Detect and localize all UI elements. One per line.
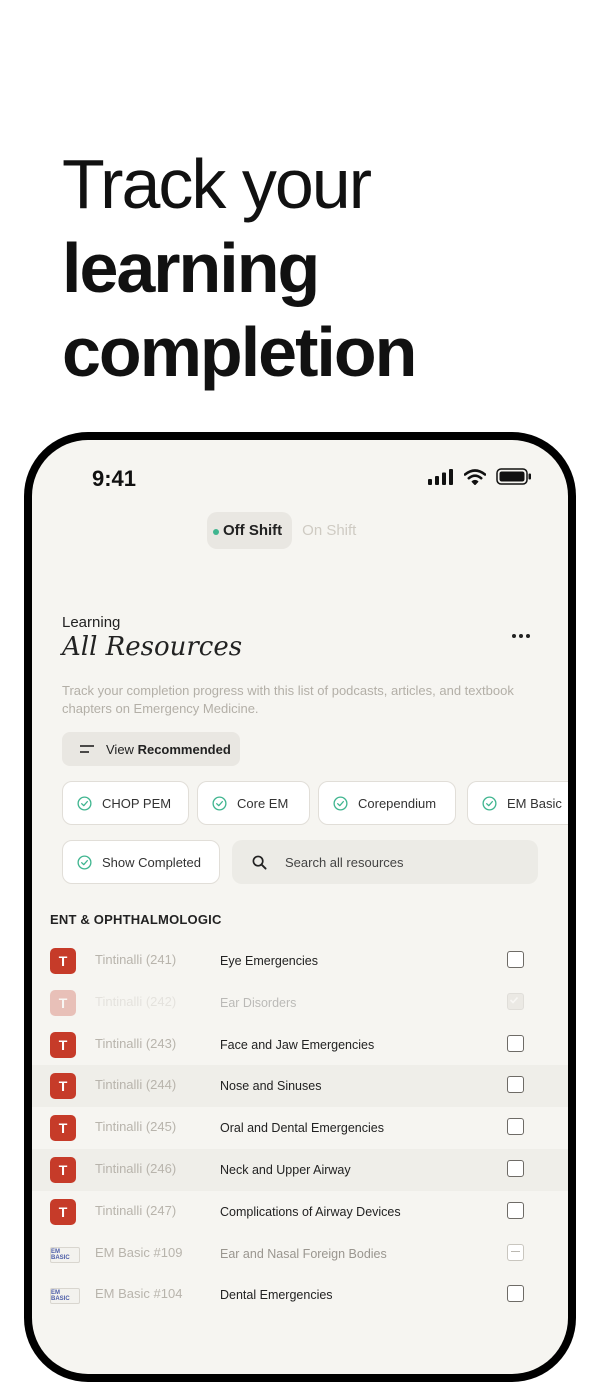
resource-title: Complications of Airway Devices [220,1204,401,1219]
status-time: 9:41 [92,466,137,491]
resource-source: Tintinalli (243) [95,1035,177,1051]
off-shift-label: Off Shift [223,522,283,539]
status-icons [428,468,532,485]
resource-title: Oral and Dental Emergencies [220,1121,384,1136]
headline: Track your learning completion [62,142,417,394]
check-icon [509,996,519,1004]
resource-row[interactable]: EM BASIC EM Basic #104 Dental Emergencie… [32,1274,568,1316]
checkbox-icon[interactable] [507,1159,524,1177]
page-description: Track your completion progress with this… [62,683,514,716]
shift-toggle: Off Shift On Shift [207,512,356,549]
check-circle-icon [77,795,92,811]
filter-chip-show-completed[interactable]: Show Completed [62,840,220,884]
tintinalli-logo: T [50,1073,76,1100]
em-basic-logo: EM BASIC [50,1288,80,1305]
tintinalli-logo: T [50,948,76,974]
resource-title: Eye Emergencies [220,954,318,968]
resource-source: Tintinalli (244) [95,1077,177,1093]
resource-source: Tintinalli (246) [95,1160,177,1176]
resource-row[interactable]: T Tintinalli (244) Nose and Sinuses [32,1065,568,1108]
filter-chip-label: CHOP PEM [102,795,172,811]
active-dot-icon [213,529,219,535]
filter-chip-chop-pem[interactable]: CHOP PEM [62,781,189,825]
headline-line-3: completion [62,313,417,391]
resource-source: Tintinalli (245) [95,1119,177,1135]
section-label: Learning [62,614,121,631]
tintinalli-logo: T [50,1031,76,1058]
filter-chip-label: Show Completed [102,854,201,870]
checkbox-icon[interactable] [507,992,524,1010]
checkbox-icon[interactable] [507,1034,524,1052]
resource-row[interactable]: T Tintinalli (246) Neck and Upper Airway [32,1148,568,1191]
resource-title: Neck and Upper Airway [220,1162,351,1177]
more-icon[interactable] [506,626,536,646]
checkbox-icon[interactable] [507,1243,524,1261]
resource-list: T Tintinalli (241) Eye Emergencies T Tin… [32,940,568,1316]
filter-chip-em-basic[interactable]: EM Basic [467,781,568,825]
filter-chip-core-em[interactable]: Core EM [197,781,310,825]
resource-source: EM Basic #104 [95,1286,183,1302]
resource-title: Ear and Nasal Foreign Bodies [220,1246,387,1261]
resource-source: Tintinalli (242) [95,993,177,1009]
checkbox-icon[interactable] [507,1076,524,1094]
resource-row[interactable]: T Tintinalli (245) Oral and Dental Emerg… [32,1107,568,1149]
off-shift-tab[interactable]: Off Shift [207,512,293,549]
resource-row[interactable]: EM BASIC EM Basic #109 Ear and Nasal For… [32,1233,568,1275]
on-shift-tab[interactable]: On Shift [292,522,356,539]
search-icon [252,855,267,870]
wifi-icon [464,468,486,485]
resource-title: Face and Jaw Emergencies [220,1037,375,1052]
checkbox-icon[interactable] [507,951,524,968]
checkbox-icon[interactable] [507,1118,524,1136]
resource-source: Tintinalli (247) [95,1202,177,1218]
search-placeholder: Search all resources [285,854,404,870]
tintinalli-logo: T [50,1198,76,1225]
tintinalli-logo: T [50,1115,76,1142]
checkbox-icon[interactable] [507,1201,524,1219]
filter-lines-icon [80,745,94,753]
check-circle-icon [482,795,497,811]
check-circle-icon [333,795,348,811]
headline-line-2: learning [62,229,320,307]
group-header: ENT & OPHTHALMOLOGIC [50,912,222,927]
search-input[interactable]: Search all resources [232,840,538,884]
page-title: All Resources [62,632,243,662]
resource-source: EM Basic #109 [95,1244,183,1260]
view-recommended-label: View Recommended [106,741,231,757]
em-basic-logo: EM BASIC [50,1246,80,1263]
resource-row[interactable]: T Tintinalli (242) Ear Disorders [32,982,568,1024]
signal-icon [428,468,453,485]
phone-frame: 9:41 Off Shift On Shift Learning All Res… [24,432,576,1382]
check-circle-icon [77,854,92,870]
battery-icon [496,468,531,485]
filter-chip-label: Core EM [237,795,289,811]
resource-row[interactable]: T Tintinalli (243) Face and Jaw Emergenc… [32,1024,568,1066]
phone-screen: 9:41 Off Shift On Shift Learning All Res… [32,440,568,1374]
filter-chip-corependium[interactable]: Corependium [318,781,456,825]
resource-row[interactable]: T Tintinalli (247) Complications of Airw… [32,1191,568,1233]
resource-title: Ear Disorders [220,995,297,1010]
resource-source: Tintinalli (241) [95,952,177,967]
resource-row[interactable]: T Tintinalli (241) Eye Emergencies [32,940,568,982]
check-circle-icon [212,795,227,811]
tintinalli-logo: T [50,1156,76,1183]
resource-title: Dental Emergencies [220,1288,333,1303]
headline-line-1: Track your [62,145,372,223]
filter-chip-label: EM Basic [507,795,562,811]
resource-title: Nose and Sinuses [220,1079,322,1094]
view-recommended-button[interactable]: View Recommended [62,732,240,766]
filter-chip-label: Corependium [358,795,437,811]
tintinalli-logo: T [50,989,76,1016]
